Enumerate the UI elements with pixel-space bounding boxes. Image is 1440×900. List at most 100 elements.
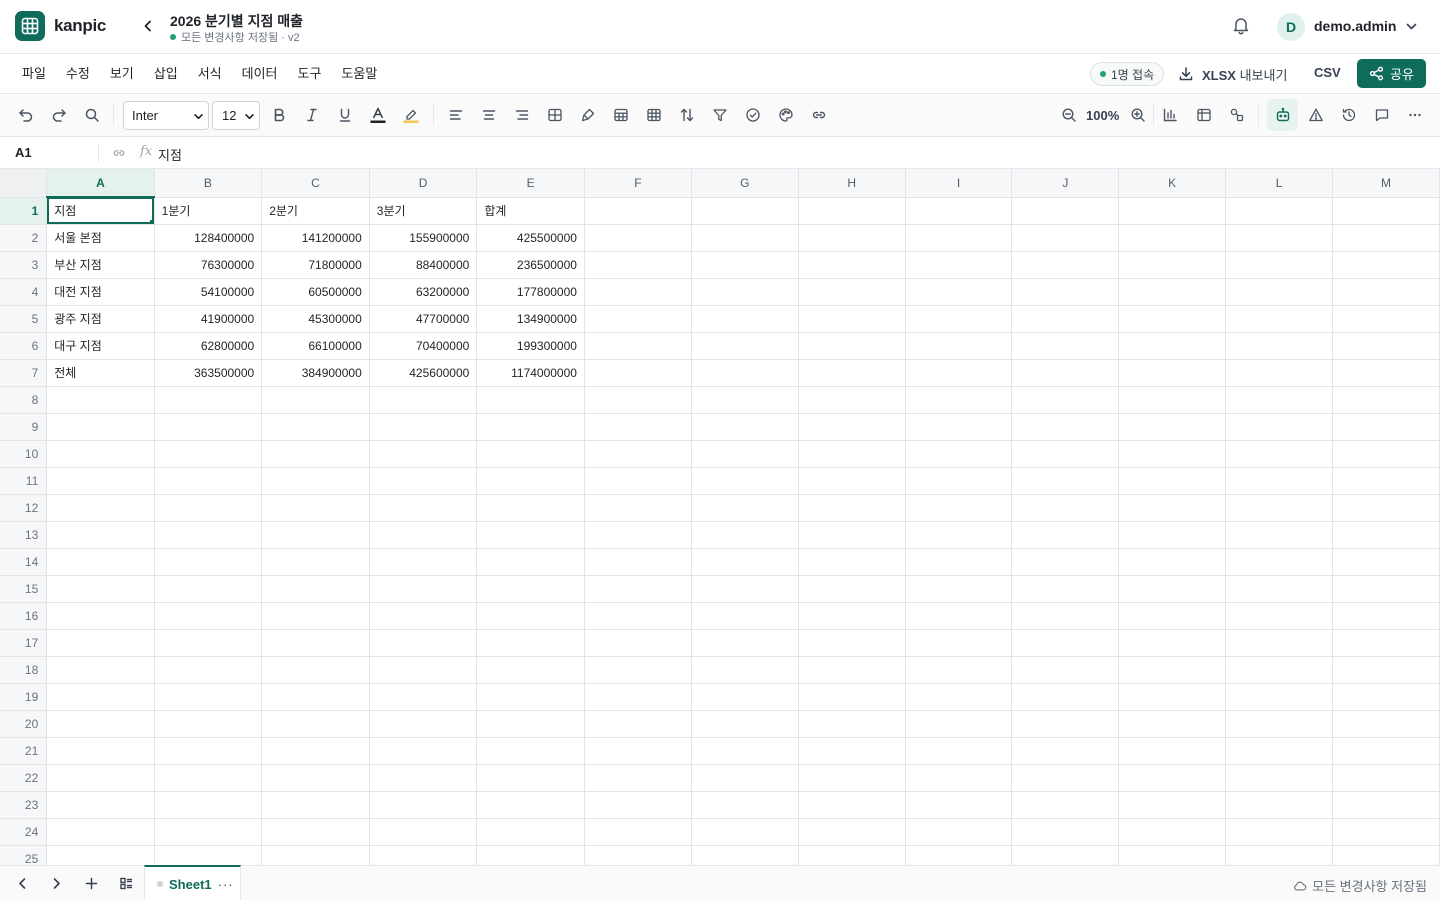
cell[interactable] — [584, 494, 692, 522]
cell[interactable] — [905, 251, 1013, 279]
row-header[interactable]: 11 — [0, 467, 48, 495]
cell[interactable] — [46, 386, 155, 414]
cell[interactable] — [154, 764, 263, 792]
cell[interactable] — [369, 467, 478, 495]
cell[interactable] — [1118, 764, 1227, 792]
cell[interactable] — [1225, 575, 1333, 603]
cell[interactable]: 76300000 — [154, 251, 263, 279]
cell[interactable] — [1225, 467, 1333, 495]
cell[interactable] — [1011, 467, 1120, 495]
cell[interactable]: 63200000 — [369, 278, 478, 306]
cell[interactable] — [584, 791, 692, 819]
cell[interactable] — [369, 548, 478, 576]
cell[interactable] — [1332, 413, 1440, 441]
presence-badge[interactable]: 1명 접속 — [1090, 62, 1165, 86]
cell[interactable] — [1011, 629, 1120, 657]
cell[interactable] — [476, 575, 585, 603]
cell[interactable]: 155900000 — [369, 224, 478, 252]
document-title[interactable]: 2026 분기별 지점 매출 — [170, 11, 303, 31]
cell[interactable] — [691, 278, 799, 306]
cell[interactable] — [1332, 224, 1440, 252]
cell[interactable] — [476, 737, 585, 765]
cell[interactable] — [369, 386, 478, 414]
row-header[interactable]: 3 — [0, 251, 48, 279]
cell[interactable] — [691, 764, 799, 792]
cell[interactable] — [1225, 845, 1333, 865]
sort-button[interactable] — [678, 106, 696, 124]
cell[interactable] — [1332, 602, 1440, 630]
italic-button[interactable] — [303, 106, 321, 124]
row-header[interactable]: 16 — [0, 602, 48, 630]
cell[interactable] — [46, 467, 155, 495]
cell[interactable]: 199300000 — [476, 332, 585, 360]
cell[interactable] — [1225, 764, 1333, 792]
menu-help[interactable]: 도움말 — [329, 54, 385, 94]
cell[interactable] — [691, 818, 799, 846]
cell[interactable] — [476, 521, 585, 549]
cell[interactable] — [1011, 224, 1120, 252]
cell[interactable] — [369, 602, 478, 630]
link-icon[interactable] — [112, 146, 126, 160]
cell[interactable] — [1118, 737, 1227, 765]
sheet-list-icon[interactable] — [119, 876, 134, 891]
row-header[interactable]: 7 — [0, 359, 48, 387]
insert-shape-button[interactable] — [1228, 106, 1246, 124]
cell[interactable] — [1332, 575, 1440, 603]
sheet-tab-menu-button[interactable]: ··· — [218, 877, 234, 892]
row-header[interactable]: 20 — [0, 710, 48, 738]
cell[interactable] — [261, 602, 370, 630]
cell[interactable] — [1225, 251, 1333, 279]
cell[interactable] — [369, 737, 478, 765]
cell[interactable]: 236500000 — [476, 251, 585, 279]
column-header[interactable]: D — [369, 169, 478, 198]
cell[interactable] — [584, 845, 692, 865]
cell[interactable] — [261, 656, 370, 684]
cell[interactable] — [46, 413, 155, 441]
cell[interactable] — [369, 440, 478, 468]
cell[interactable] — [1118, 224, 1227, 252]
cell[interactable] — [1118, 602, 1227, 630]
cell[interactable] — [369, 791, 478, 819]
cell[interactable] — [905, 494, 1013, 522]
cell[interactable] — [905, 683, 1013, 711]
row-header[interactable]: 10 — [0, 440, 48, 468]
cell[interactable] — [369, 575, 478, 603]
column-header[interactable]: K — [1118, 169, 1227, 198]
insert-chart-button[interactable] — [1161, 106, 1179, 124]
cell[interactable] — [1225, 494, 1333, 522]
cell[interactable] — [261, 440, 370, 468]
cell[interactable] — [476, 629, 585, 657]
cell[interactable] — [154, 818, 263, 846]
cell[interactable] — [798, 332, 906, 360]
merge-cells-button[interactable] — [546, 106, 564, 124]
font-size-select[interactable]: 12 — [212, 101, 260, 130]
cell[interactable] — [905, 413, 1013, 441]
column-header[interactable]: C — [261, 169, 370, 198]
cell[interactable] — [1225, 386, 1333, 414]
cell[interactable]: 54100000 — [154, 278, 263, 306]
cell[interactable] — [1118, 818, 1227, 846]
column-header[interactable]: I — [905, 169, 1013, 198]
cell[interactable] — [1011, 683, 1120, 711]
cell[interactable] — [154, 737, 263, 765]
row-header[interactable]: 19 — [0, 683, 48, 711]
cell[interactable] — [369, 656, 478, 684]
cell[interactable] — [1011, 305, 1120, 333]
cell[interactable] — [584, 764, 692, 792]
cell[interactable] — [261, 710, 370, 738]
cell[interactable] — [1225, 818, 1333, 846]
cell[interactable] — [1225, 521, 1333, 549]
cell[interactable]: 425500000 — [476, 224, 585, 252]
cell[interactable] — [798, 467, 906, 495]
cell[interactable] — [905, 710, 1013, 738]
paint-format-button[interactable] — [579, 106, 597, 124]
cell[interactable] — [1011, 845, 1120, 865]
fill-handle[interactable] — [149, 219, 154, 223]
cell[interactable] — [1011, 656, 1120, 684]
text-color-button[interactable] — [369, 106, 387, 124]
cell[interactable] — [584, 197, 692, 225]
cell[interactable] — [261, 413, 370, 441]
cell[interactable]: 384900000 — [261, 359, 370, 387]
cell[interactable] — [46, 710, 155, 738]
cell[interactable] — [905, 791, 1013, 819]
